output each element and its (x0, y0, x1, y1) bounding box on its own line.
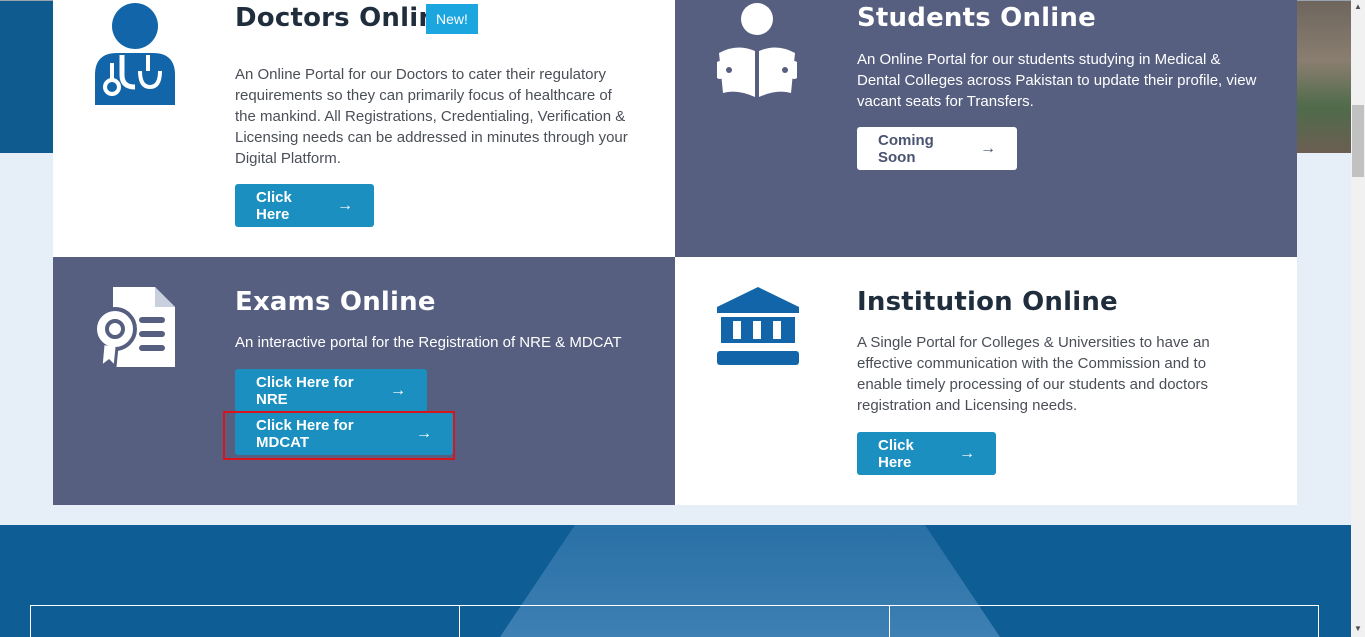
button-label: Click Here for NRE (256, 373, 354, 408)
card-exams-online: Exams Online An interactive portal for t… (53, 257, 675, 505)
arrow-right-icon: → (390, 381, 406, 399)
arrow-right-icon: → (337, 196, 353, 214)
card-doctors-online: Doctors Online New! An Online Portal for… (53, 0, 675, 257)
button-label: Click Here (256, 188, 292, 223)
arrow-right-icon: → (980, 139, 996, 157)
institution-click-here-button[interactable]: Click Here → (857, 432, 996, 475)
new-badge: New! (426, 4, 478, 34)
arrow-right-icon: → (959, 444, 975, 462)
card-description: An interactive portal for the Registrati… (235, 334, 622, 351)
footer-column (31, 606, 461, 637)
button-label: Click Here (878, 436, 914, 471)
card-description: An Online Portal for our students studyi… (857, 51, 1257, 110)
card-students-online: Students Online An Online Portal for our… (675, 0, 1297, 257)
footer-column (460, 606, 890, 637)
scrollbar-thumb[interactable] (1352, 105, 1364, 177)
card-title: Doctors Online (235, 3, 455, 33)
mdcat-highlight-box (223, 411, 455, 460)
card-title: Institution Online (857, 287, 1118, 317)
card-title: Exams Online (235, 287, 436, 317)
doctors-click-here-button[interactable]: Click Here → (235, 184, 374, 227)
nre-click-here-button[interactable]: Click Here for NRE → (235, 369, 427, 412)
scroll-down-icon[interactable]: ▼ (1351, 622, 1365, 636)
footer-band (0, 525, 1351, 637)
footer-columns (30, 605, 1319, 637)
header-band (0, 0, 53, 153)
card-description: A Single Portal for Colleges & Universit… (857, 334, 1210, 414)
institution-building-icon (717, 287, 799, 374)
certificate-document-icon (93, 287, 177, 374)
student-reading-icon (715, 3, 799, 104)
card-title: Students Online (857, 3, 1096, 33)
vertical-scrollbar[interactable] (1351, 0, 1365, 637)
coming-soon-button[interactable]: Coming Soon → (857, 127, 1017, 170)
card-description: An Online Portal for our Doctors to cate… (235, 66, 628, 167)
doctor-icon (95, 3, 175, 110)
card-institution-online: Institution Online A Single Portal for C… (675, 257, 1297, 505)
scroll-up-icon[interactable]: ▲ (1351, 0, 1365, 14)
button-label: Coming Soon (878, 131, 934, 166)
header-photo (1297, 0, 1351, 153)
footer-column (890, 606, 1318, 637)
